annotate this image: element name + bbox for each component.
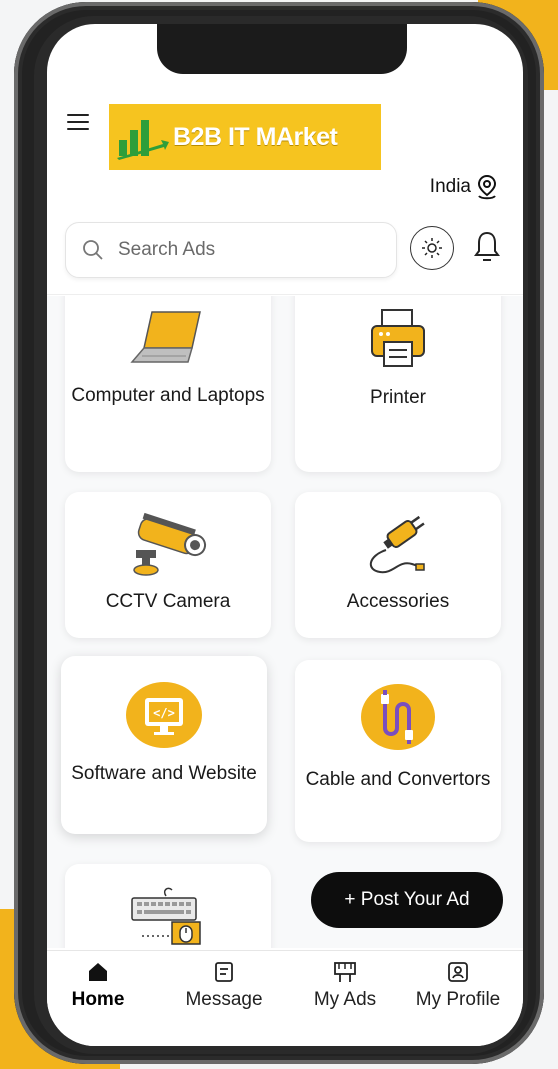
notification-bell-icon[interactable] <box>473 230 501 264</box>
logo-bars-icon <box>117 120 169 160</box>
message-icon <box>215 962 233 982</box>
plug-cable-icon <box>370 515 425 574</box>
svg-text:</>: </> <box>153 706 175 720</box>
sun-icon <box>422 238 442 258</box>
location-label: India <box>429 176 471 197</box>
search-icon <box>83 240 103 260</box>
category-label: CCTV Camera <box>105 591 231 612</box>
category-label: Software and Website <box>71 763 257 784</box>
brand-logo[interactable]: B2B IT MArket <box>109 104 381 170</box>
app-screen: B2B IT MArket India Search Ads Computer … <box>47 24 523 1046</box>
cable-icon <box>361 684 435 750</box>
location-pin-icon <box>477 174 497 200</box>
post-ad-button[interactable]: + Post Your Ad <box>311 872 503 928</box>
category-card-software[interactable]: </> Software and Website <box>61 656 267 834</box>
theme-toggle-button[interactable] <box>410 226 454 270</box>
nav-my-ads[interactable]: My Ads <box>290 961 400 1011</box>
home-icon <box>89 963 107 981</box>
category-card-computers[interactable]: Computer and Laptops <box>65 296 271 472</box>
category-card-accessories[interactable]: Accessories <box>295 492 501 638</box>
nav-home[interactable]: Home <box>47 961 153 1011</box>
phone-notch <box>157 24 407 74</box>
category-label: Printer <box>370 387 426 408</box>
category-label: Computer and Laptops <box>71 385 265 406</box>
category-card-cctv[interactable]: CCTV Camera <box>65 492 271 638</box>
printer-icon <box>371 309 425 367</box>
monitor-code-icon: </> <box>126 682 202 748</box>
bottom-navigation: Home Message My Ads My Profile <box>47 950 523 1046</box>
brand-name: B2B IT MArket <box>173 122 338 151</box>
category-card-cables[interactable]: Cable and Convertors <box>295 660 501 842</box>
menu-icon[interactable] <box>67 114 89 130</box>
search-input[interactable] <box>116 238 360 262</box>
ads-board-icon <box>334 962 356 982</box>
search-bar[interactable] <box>65 222 397 278</box>
category-label: Cable and Convertors <box>305 769 491 790</box>
nav-message[interactable]: Message <box>169 961 279 1011</box>
category-card-printer[interactable]: Printer <box>295 296 501 472</box>
nav-my-profile[interactable]: My Profile <box>403 961 513 1011</box>
category-label: Accessories <box>346 591 450 612</box>
nav-label: Home <box>71 989 125 1010</box>
nav-label: My Profile <box>415 989 501 1010</box>
laptop-icon <box>130 311 201 363</box>
category-card-peripherals[interactable] <box>65 864 271 948</box>
profile-icon <box>448 962 468 982</box>
search-row <box>65 222 505 278</box>
category-grid: Computer and Laptops Printer CCTV Camera… <box>47 296 523 948</box>
nav-label: My Ads <box>313 989 377 1010</box>
cctv-camera-icon <box>133 512 207 576</box>
top-bar: B2B IT MArket <box>47 84 523 170</box>
location-selector[interactable]: India <box>430 174 499 200</box>
nav-label: Message <box>185 989 263 1010</box>
keyboard-mouse-icon <box>131 887 201 945</box>
